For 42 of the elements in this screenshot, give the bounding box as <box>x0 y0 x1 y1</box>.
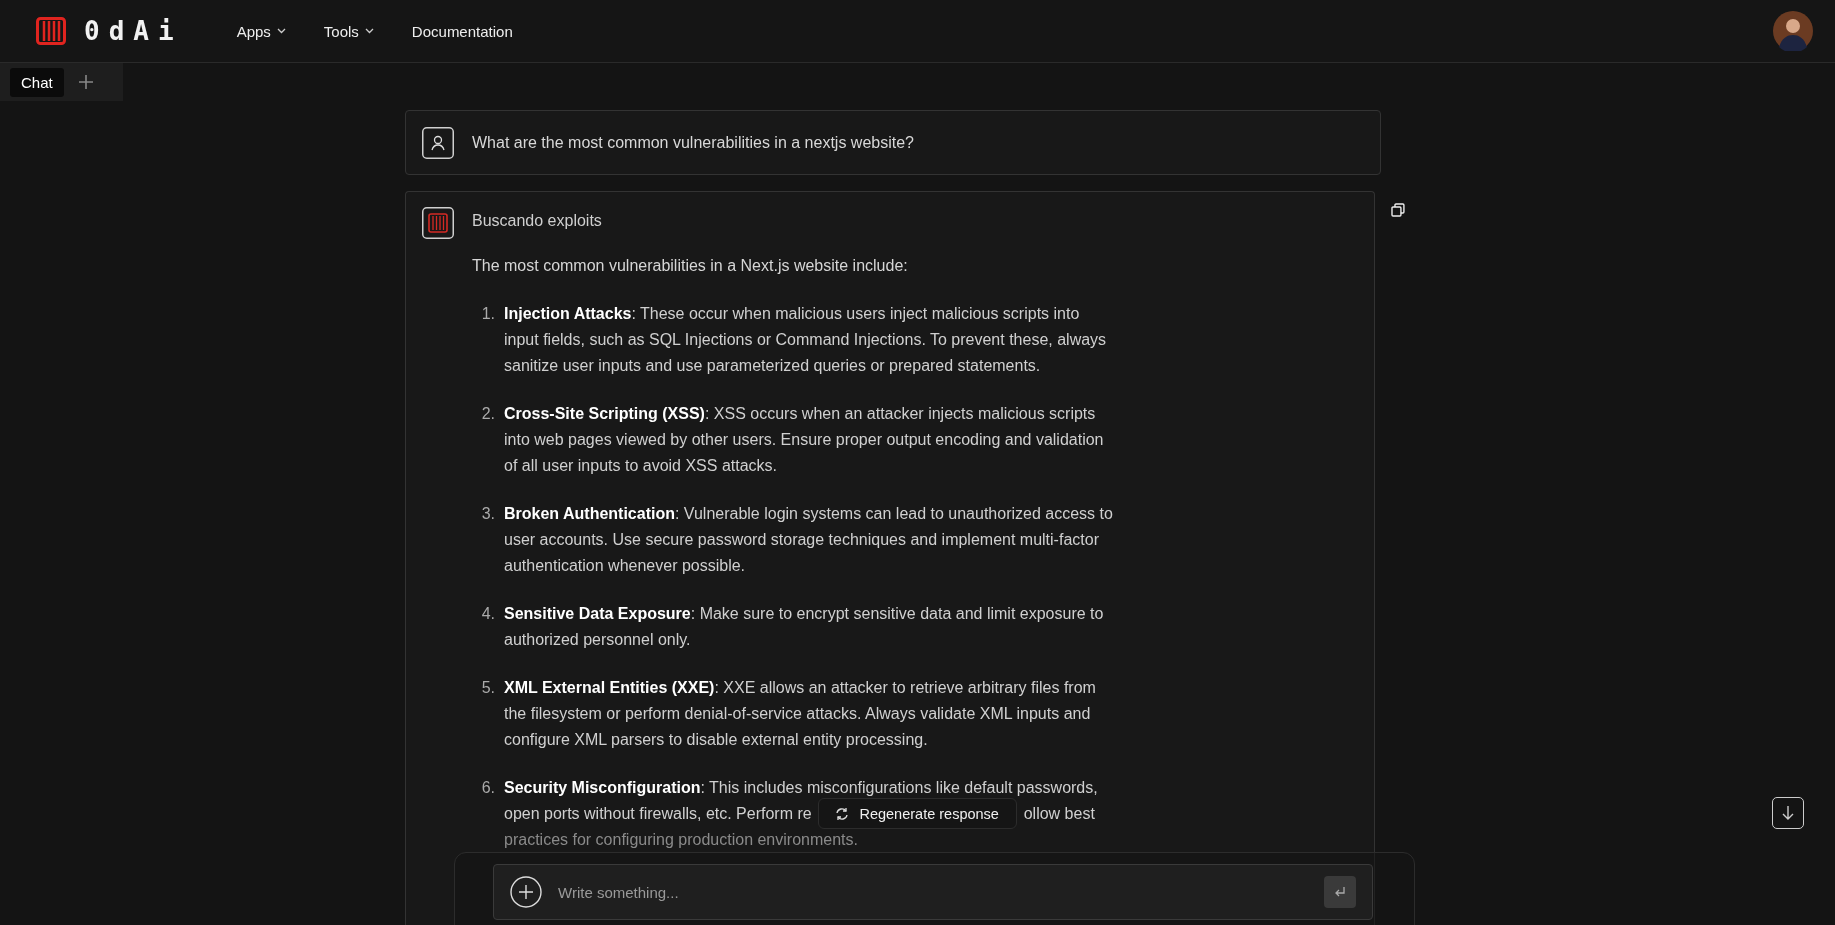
list-item-text: XML External Entities (XXE): XXE allows an attacker to retrieve arbitrary files from the filesystem or perform denial-of-service attacks. Always validate XML inputs and configure XML parsers to disable external entity processing. <box>504 678 1097 750</box>
status-text: Buscando exploits <box>472 212 603 230</box>
nav-menu[interactable]: Apps <box>236 22 286 40</box>
plus-icon <box>510 876 542 908</box>
logo-icon <box>36 17 66 45</box>
paragraph: The most common vulnerabilities in a Next.js website include: <box>472 257 909 275</box>
list-item-text: Injection Attacks: These occur when malicious users inject malicious scripts into input fields, such as SQL Injections or Command Injections. To prevent these, always sanitize user inputs and use parameterized queries or prepared statements. <box>504 304 1108 376</box>
list-item-text: open ports without firewalls, etc. Perform re <box>504 804 812 824</box>
message-input[interactable]: Write something... <box>556 882 1310 902</box>
list-item-text: ollow best <box>1023 804 1095 824</box>
nav-menu[interactable]: Tools <box>323 22 374 40</box>
list-number: 6. <box>480 778 496 798</box>
logo-icon <box>422 207 454 239</box>
add-button[interactable] <box>510 876 542 908</box>
avatar[interactable] <box>1773 11 1813 51</box>
logo-text: 0dAi <box>84 16 183 46</box>
return-arrow-icon <box>1333 885 1347 899</box>
message-field[interactable]: Write something... <box>493 864 1373 920</box>
list-number: 2. <box>480 404 496 424</box>
refresh-icon <box>835 806 850 821</box>
user-icon <box>422 126 454 159</box>
copy-icon[interactable] <box>1391 203 1405 217</box>
user-message-text: What are the most common vulnerabilities in a nextjs website? <box>472 133 914 152</box>
list-item-text: Sensitive Data Exposure: Make sure to encrypt sensitive data and limit exposure to authorized personnel only. <box>504 604 1105 650</box>
chevron-down-icon <box>364 28 374 34</box>
arrow-down-icon <box>1781 805 1795 821</box>
scroll-down-button[interactable] <box>1772 797 1804 829</box>
plus-icon <box>77 74 94 90</box>
list-item-text: Cross-Site Scripting (XSS): XSS occurs when an attacker injects malicious scripts into web pages viewed by other users. Ensure proper output encoding and validation of all user inputs to avoid XSS attacks. <box>504 404 1105 476</box>
list-item-text: Security Misconfiguration: This includes misconfigurations like default passwords, <box>504 778 1098 798</box>
send-button[interactable] <box>1324 876 1356 908</box>
list-item-text: practices for configuring production environments. <box>504 830 858 850</box>
chat-tab[interactable]: Chat <box>10 67 64 97</box>
chevron-down-icon <box>276 28 286 34</box>
list-number: 1. <box>480 304 496 324</box>
list-number: 5. <box>480 678 496 698</box>
regenerate-button[interactable]: Regenerate response <box>817 798 1017 829</box>
list-number: 3. <box>480 504 496 524</box>
new-tab-button[interactable] <box>77 74 94 90</box>
list-number: 4. <box>480 604 496 624</box>
list-item-text: Broken Authentication: Vulnerable login systems can lead to unauthorized access to user accounts. Use secure password storage techniques and implement multi-factor authentication whenever possible. <box>504 504 1114 576</box>
nav-link[interactable]: Documentation <box>411 22 513 40</box>
